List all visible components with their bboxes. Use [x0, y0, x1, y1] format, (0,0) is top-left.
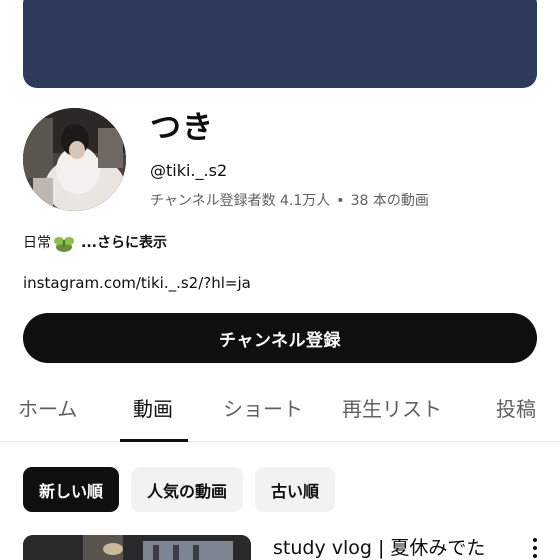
tab-posts[interactable]: 投稿 — [496, 395, 536, 423]
tab-home[interactable]: ホーム — [18, 395, 77, 423]
more-options-icon[interactable] — [527, 538, 543, 560]
sort-chips: 新しい順 人気の動画 古い順 — [23, 467, 336, 512]
channel-banner — [23, 0, 537, 88]
channel-avatar[interactable] — [23, 108, 126, 211]
tab-videos[interactable]: 動画 — [133, 395, 173, 423]
show-more-link[interactable]: ...さらに表示 — [81, 232, 167, 254]
subscribe-button[interactable]: チャンネル登録 — [23, 313, 537, 363]
stats-separator: • — [336, 193, 345, 209]
chip-oldest[interactable]: 古い順 — [255, 467, 336, 512]
channel-stats: チャンネル登録者数 4.1万人 • 38 本の動画 — [150, 191, 429, 211]
subscriber-count: チャンネル登録者数 4.1万人 — [150, 193, 331, 209]
chip-popular[interactable]: 人気の動画 — [131, 467, 244, 512]
description-text: 日常 — [23, 235, 51, 251]
sprout-icon — [53, 233, 75, 253]
thumbnail-image — [23, 535, 251, 560]
channel-name: つき — [150, 110, 214, 146]
chip-newest[interactable]: 新しい順 — [23, 467, 120, 512]
channel-description[interactable]: 日常 ...さらに表示 — [23, 232, 167, 254]
video-thumbnail[interactable] — [23, 535, 251, 560]
channel-tabs: ホーム 動画 ショート 再生リスト 投稿 — [0, 378, 560, 442]
tab-shorts[interactable]: ショート — [223, 395, 303, 423]
video-count: 38 本の動画 — [350, 193, 429, 209]
active-tab-indicator — [120, 439, 188, 442]
avatar-image — [23, 108, 126, 211]
video-title[interactable]: study vlog | 夏休みでた — [273, 534, 485, 560]
channel-handle: @tiki._.s2 — [150, 161, 228, 180]
tab-playlists[interactable]: 再生リスト — [342, 395, 442, 423]
external-link[interactable]: instagram.com/tiki._.s2/?hl=ja — [23, 272, 251, 294]
